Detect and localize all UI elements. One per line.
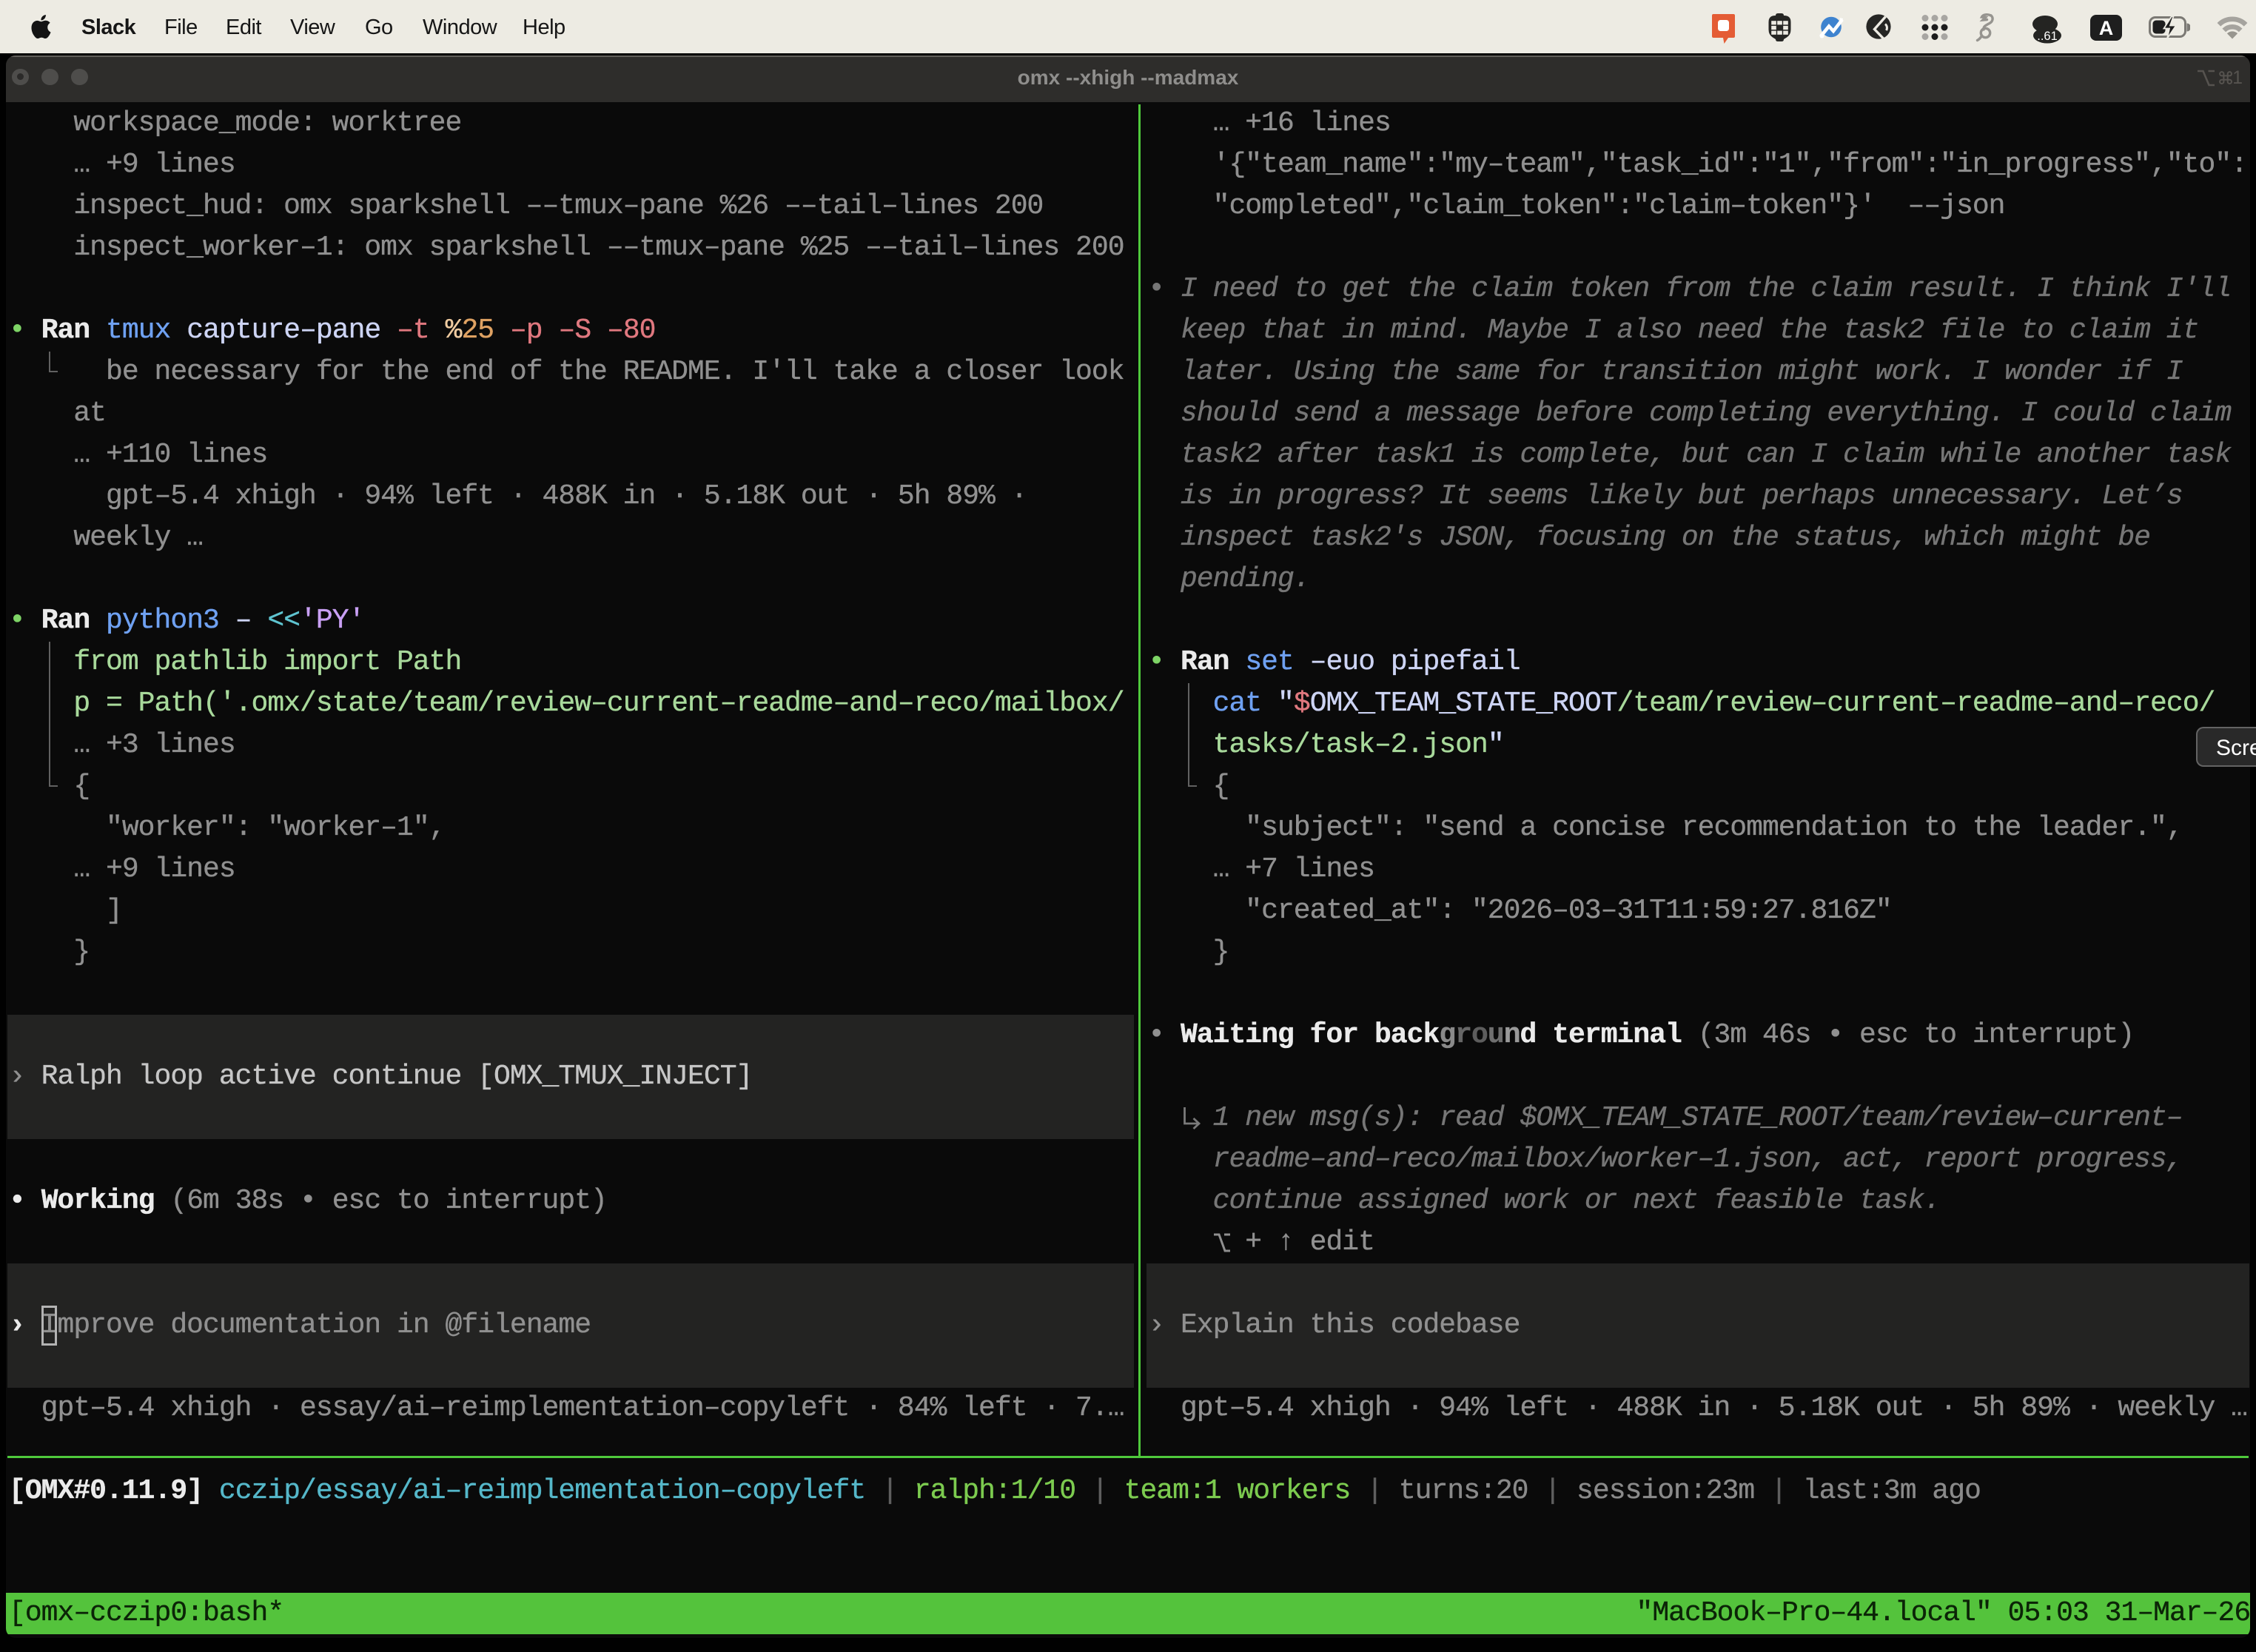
svg-text:..61: ..61 (2037, 30, 2058, 43)
svg-text:A: A (2099, 17, 2114, 39)
